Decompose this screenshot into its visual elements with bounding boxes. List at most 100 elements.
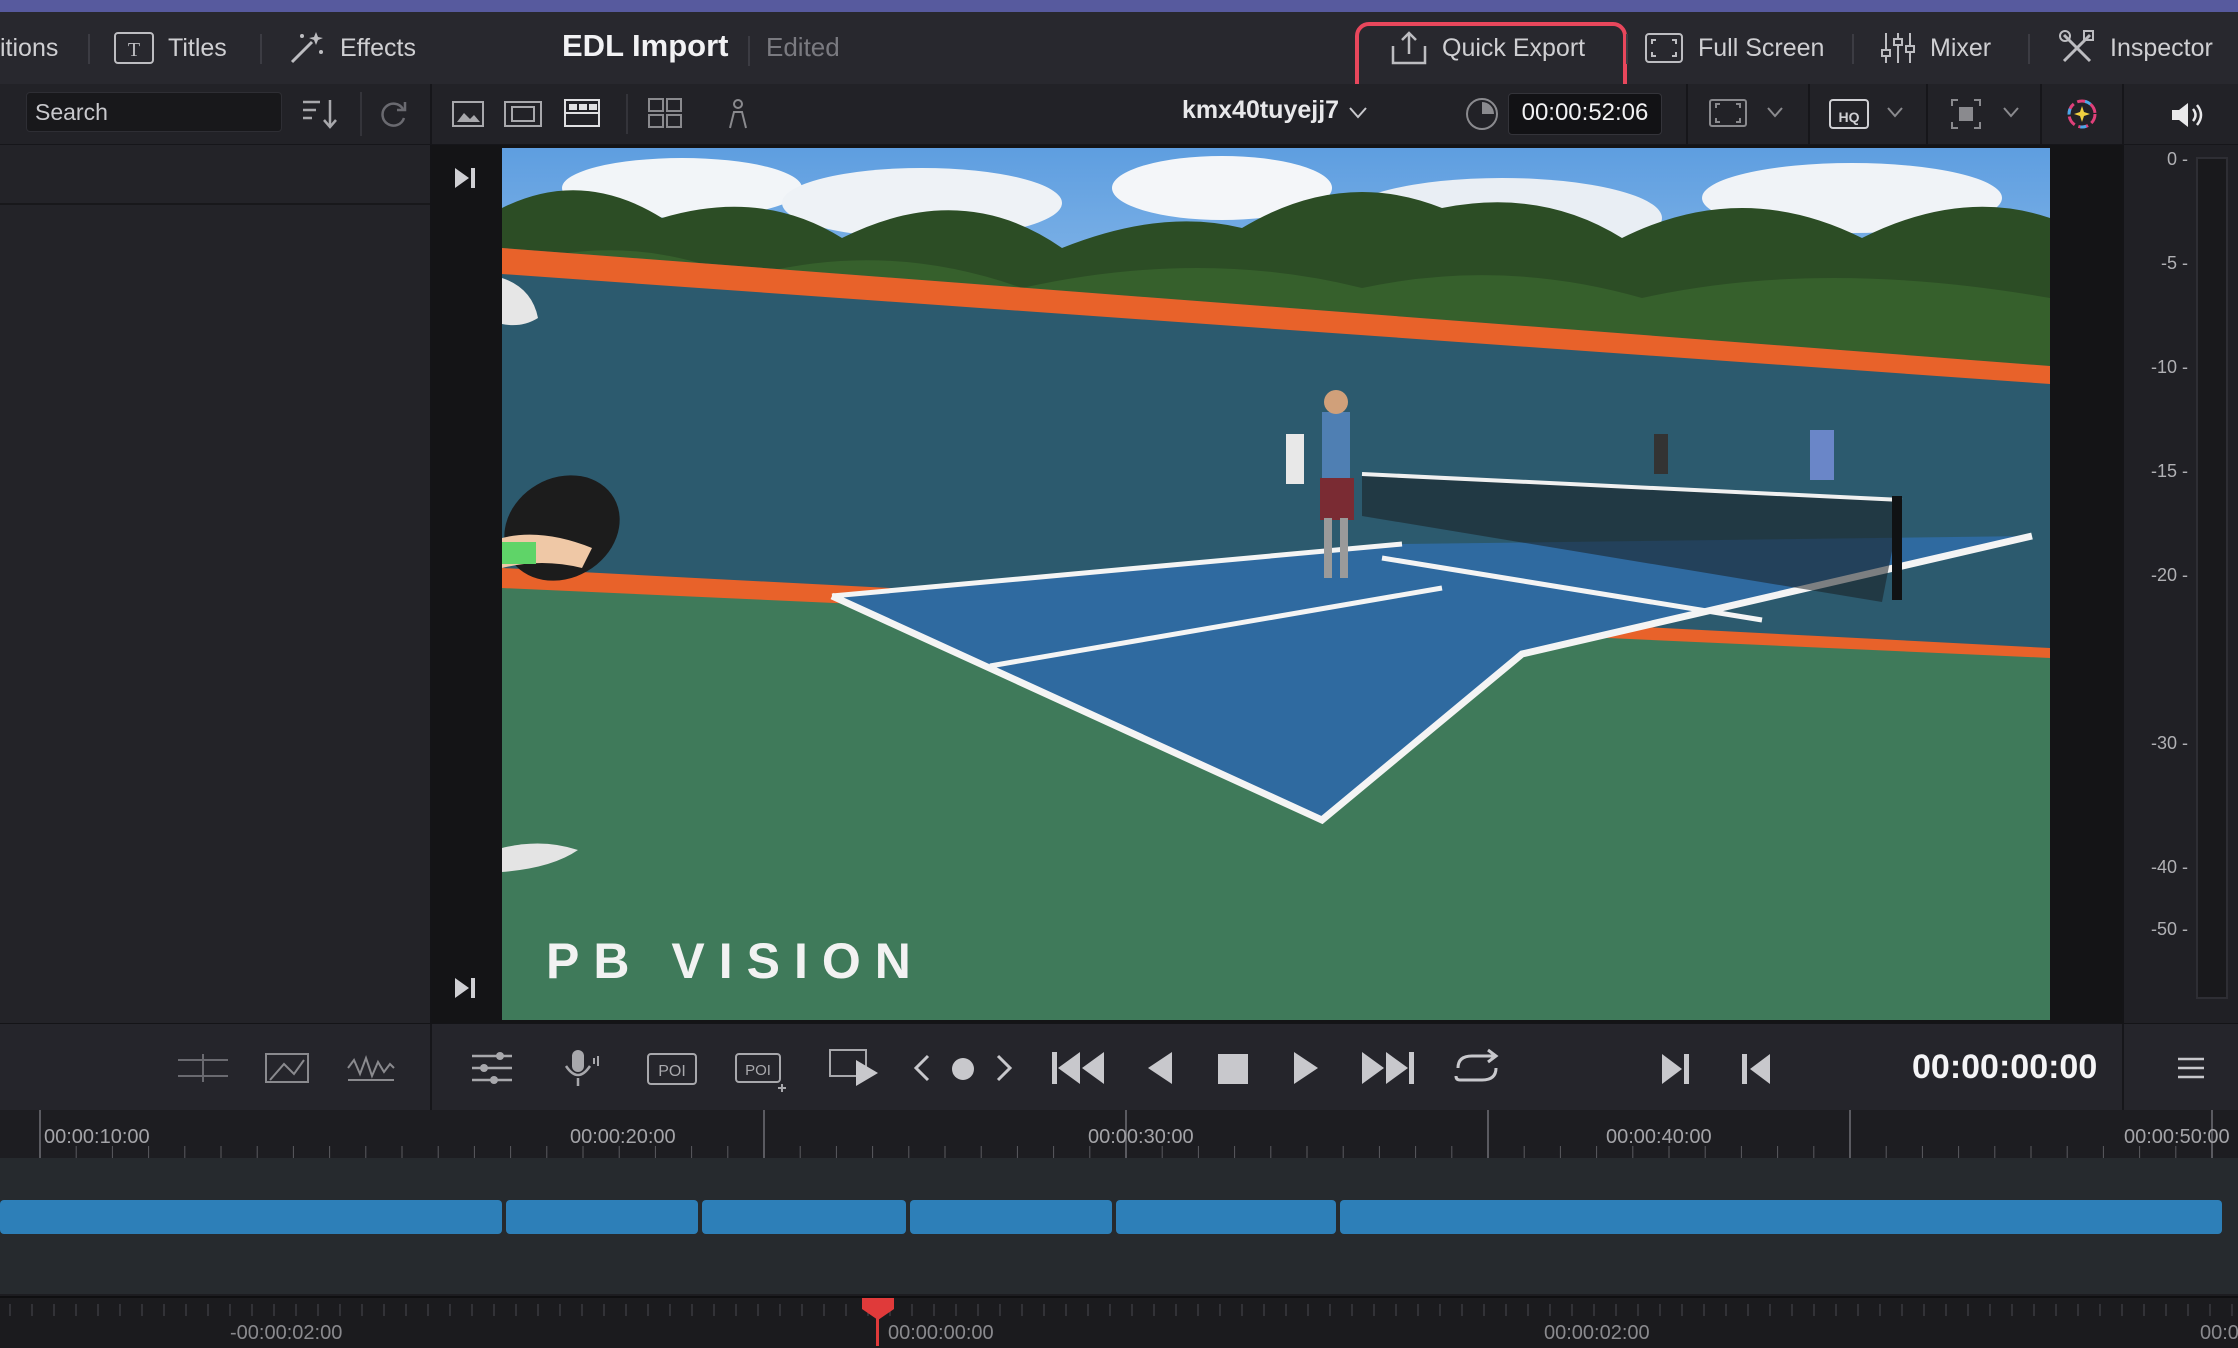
svg-text:POI: POI [745,1062,771,1079]
strip-view-icon[interactable] [564,98,600,128]
viewer-timecode[interactable]: 00:00:52:06 [1508,93,1662,135]
svg-text:HQ: HQ [1839,109,1860,125]
mark-in-icon[interactable] [1660,1052,1692,1086]
timeline-clip[interactable] [910,1200,1112,1234]
viewer-size-icon[interactable] [1708,98,1748,128]
toolbar-divider [1686,84,1688,144]
meter-scale-label: -20 - [2150,565,2188,585]
poi-icon[interactable]: POI [646,1048,698,1088]
mixer-button[interactable]: Mixer [1880,24,1991,72]
transitions-button[interactable]: itions [0,24,58,72]
effects-label: Effects [340,33,416,62]
sort-icon[interactable] [300,96,340,132]
chevron-left-icon[interactable] [912,1054,932,1082]
toolbar-divider [1852,34,1854,64]
timeline-clip[interactable] [702,1200,906,1234]
window-top-strip [0,0,2238,12]
audio-waveform-icon[interactable] [346,1052,396,1084]
ruler-time-label: 00:00:20:00 [570,1126,676,1148]
project-title: EDL Import [562,28,729,63]
meter-scale-label: -10 - [2150,357,2188,377]
grid-view-icon[interactable] [648,98,682,128]
inspector-label: Inspector [2110,33,2213,62]
mark-out-icon[interactable] [1740,1052,1772,1086]
stop-icon[interactable] [1216,1052,1250,1086]
step-back-icon[interactable] [1144,1050,1176,1086]
transport-bar: POI POI 00:00:00:00 [0,1023,2238,1111]
skip-to-end-icon[interactable] [452,165,478,191]
chevron-down-icon[interactable] [2002,106,2020,118]
titles-label: Titles [168,33,227,62]
meter-scale-label: -15 - [2150,461,2188,481]
refresh-icon[interactable] [376,98,410,132]
ruler-time-label: 00:00:30:00 [1088,1126,1194,1148]
panel-divider [2122,84,2124,144]
play-icon[interactable] [1290,1050,1322,1086]
toolbar-divider [1808,84,1810,144]
go-to-start-icon[interactable] [1050,1050,1106,1086]
meter-scale-label: -30 - [2150,733,2188,753]
mini-timeline-ruler[interactable]: -00:00:02:00 00:00:00:00 00:00:02:00 00:0 [0,1296,2238,1348]
video-track [0,1158,2238,1294]
color-effects-icon[interactable] [2064,96,2100,132]
magic-wand-icon [290,32,323,64]
ruler-time-label: 00:00:50:00 [2124,1126,2230,1148]
full-screen-label: Full Screen [1698,33,1825,62]
panel-divider [430,1024,432,1110]
record-dot-icon[interactable] [950,1056,976,1082]
meter-scale-label: -50 - [2150,919,2188,939]
playhead-timecode: 00:00:00:00 [1912,1048,2098,1086]
timeline-clip[interactable] [506,1200,698,1234]
clip-view-icon[interactable] [176,1052,230,1084]
toolbar-divider [2040,84,2042,144]
ruler-time-label: 00:00:00:00 [888,1322,994,1344]
speaker-icon[interactable] [2170,100,2206,130]
add-poi-icon[interactable]: POI [734,1048,790,1092]
loop-icon[interactable] [1450,1048,1504,1088]
effects-button[interactable]: Effects [286,24,416,72]
hq-playback-icon[interactable]: HQ [1828,96,1870,132]
pickleball-court-frame: PB VISION [502,148,2050,1020]
inspector-button[interactable]: Inspector [2058,24,2213,72]
timeline-clip[interactable] [1340,1200,2222,1234]
timeline-ruler[interactable]: 00:00:10:00 00:00:20:00 00:00:30:00 00:00:4… [0,1110,2238,1159]
sliders-icon[interactable] [470,1050,514,1086]
ruler-time-label: 00:0 [2200,1322,2238,1344]
filmstrip-view-icon[interactable] [504,100,542,128]
export-icon [1391,31,1427,65]
chevron-down-icon[interactable] [1886,106,1904,118]
full-screen-button[interactable]: Full Screen [1644,24,1824,72]
skip-to-end-icon[interactable] [452,975,478,1001]
timeline-clip[interactable] [1116,1200,1336,1234]
chevron-down-icon[interactable] [1348,106,1368,120]
chevron-right-icon[interactable] [994,1054,1014,1082]
search-input[interactable]: Search [26,92,282,132]
person-detect-icon[interactable] [726,98,750,130]
go-to-end-icon[interactable] [1360,1050,1416,1086]
waveform-view-icon[interactable] [264,1052,310,1084]
safe-area-icon[interactable] [1948,96,1984,132]
transitions-label: itions [0,33,59,62]
titles-button[interactable]: T Titles [114,24,227,72]
hamburger-menu-icon[interactable] [2176,1056,2206,1080]
play-clip-icon[interactable] [828,1046,884,1088]
quick-export-button[interactable]: Quick Export [1390,24,1585,72]
svg-text:POI: POI [658,1063,686,1080]
toolbar-divider [2028,34,2030,64]
toolbar-divider [626,94,628,134]
toolbar-divider [1626,34,1628,64]
chevron-down-icon[interactable] [1766,106,1784,118]
title-divider [748,36,750,66]
microphone-icon[interactable] [560,1048,604,1088]
timeline-clip[interactable] [0,1200,502,1234]
timecode-clock-icon[interactable] [1464,96,1500,132]
mixer-icon [1881,33,1915,63]
ruler-time-label: 00:00:40:00 [1606,1126,1712,1148]
svg-text:T: T [128,39,140,61]
panel-divider [430,84,432,144]
clip-name[interactable]: kmx40tuyejj7 [1182,96,1339,125]
meter-scale-label: -40 - [2150,857,2188,877]
toolbar-divider [1926,84,1928,144]
thumbnail-view-icon[interactable] [452,100,484,128]
project-status: Edited [766,32,840,62]
